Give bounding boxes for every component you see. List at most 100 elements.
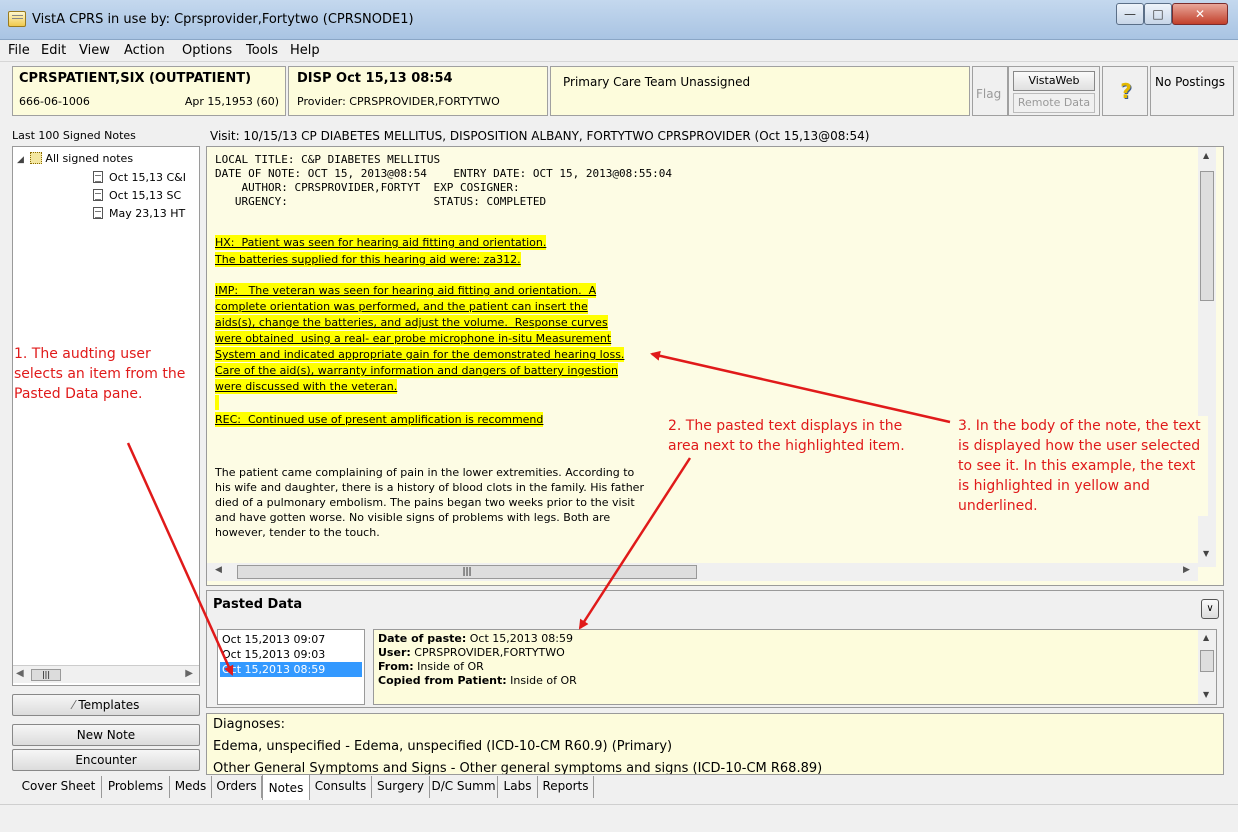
tab-surgery[interactable]: Surgery (372, 776, 430, 798)
flag-button[interactable]: Flag (972, 66, 1008, 116)
scroll-thumb[interactable]: ||| (237, 565, 697, 579)
note-document-icon (93, 171, 103, 183)
paste-list[interactable]: Oct 15,2013 09:07 Oct 15,2013 09:03 Oct … (217, 629, 365, 705)
scroll-thumb[interactable]: ||| (31, 669, 61, 681)
detail-label: From: (378, 660, 414, 673)
highlighted-pasted-text: IMP: The veteran was seen for hearing ai… (215, 283, 597, 298)
templates-expand-icon: ⁄ (72, 698, 75, 712)
tab-consults[interactable]: Consults (310, 776, 372, 798)
diagnoses-pane: Diagnoses: Edema, unspecified - Edema, u… (206, 713, 1224, 775)
highlighted-blank-line (215, 395, 219, 410)
paste-list-item-selected[interactable]: Oct 15,2013 08:59 (220, 662, 362, 677)
tab-reports[interactable]: Reports (538, 776, 594, 798)
templates-button[interactable]: ⁄ Templates (12, 694, 200, 716)
scroll-left-arrow-icon[interactable]: ◀ (215, 565, 222, 575)
highlighted-pasted-text: HX: Patient was seen for hearing aid fit… (215, 235, 547, 250)
pasted-data-title: Pasted Data (213, 597, 303, 612)
help-button[interactable]: ? (1102, 66, 1148, 116)
tab-labs[interactable]: Labs (498, 776, 538, 798)
highlighted-pasted-text: were obtained using a real- ear probe mi… (215, 331, 612, 346)
scroll-down-arrow-icon[interactable]: ▼ (1203, 690, 1209, 699)
vistaweb-panel: VistaWeb Remote Data (1008, 66, 1100, 116)
scroll-down-arrow-icon[interactable]: ▼ (1203, 549, 1209, 558)
tree-note-item[interactable]: May 23,13 HT (93, 207, 185, 220)
paste-detail-row: Copied from Patient: Inside of OR (378, 674, 577, 688)
patient-name: CPRSPATIENT,SIX (OUTPATIENT) (19, 71, 252, 86)
menu-tools[interactable]: Tools (246, 43, 278, 58)
tab-notes[interactable]: Notes (262, 774, 310, 800)
tab-cover-sheet[interactable]: Cover Sheet (16, 776, 102, 798)
notes-tree[interactable]: ◢ All signed notes Oct 15,13 C&I Oct 15,… (12, 146, 200, 686)
highlighted-pasted-text: Care of the aid(s), warranty information… (215, 363, 619, 378)
scroll-thumb[interactable] (1200, 171, 1214, 301)
annotation-step-1: 1. The audting user selects an item from… (14, 344, 194, 404)
annotation-step-2: 2. The pasted text displays in the area … (668, 416, 916, 456)
detail-value: CPRSPROVIDER,FORTYTWO (414, 646, 565, 659)
highlighted-pasted-text: were discussed with the veteran. (215, 379, 398, 394)
menu-help[interactable]: Help (290, 43, 320, 58)
detail-vertical-scrollbar[interactable]: ▲ ▼ (1198, 630, 1216, 704)
scroll-right-arrow-icon[interactable]: ▶ (1183, 565, 1190, 575)
tab-problems[interactable]: Problems (102, 776, 170, 798)
minimize-button[interactable]: — (1116, 3, 1144, 25)
tree-root[interactable]: ◢ All signed notes (17, 152, 133, 165)
tree-note-label: Oct 15,13 SC (109, 189, 182, 202)
templates-label: Templates (78, 698, 140, 712)
detail-label: Date of paste: (378, 632, 467, 645)
paste-list-item[interactable]: Oct 15,2013 09:07 (220, 632, 362, 647)
menu-edit[interactable]: Edit (41, 43, 66, 58)
tab-dc-summ[interactable]: D/C Summ (430, 776, 498, 798)
title-bar: VistA CPRS in use by: Cprsprovider,Forty… (0, 0, 1238, 40)
menu-view[interactable]: View (79, 43, 110, 58)
detail-label: User: (378, 646, 411, 659)
question-mark-icon: ? (1120, 79, 1132, 103)
tree-horizontal-scrollbar[interactable]: ◀ ||| ▶ (13, 665, 199, 683)
close-button[interactable]: ✕ (1172, 3, 1228, 25)
scroll-up-arrow-icon[interactable]: ▲ (1203, 151, 1209, 160)
new-note-button[interactable]: New Note (12, 724, 200, 746)
menu-action[interactable]: Action (124, 43, 165, 58)
encounter-button[interactable]: Encounter (12, 749, 200, 771)
scroll-up-arrow-icon[interactable]: ▲ (1203, 633, 1209, 642)
tree-root-label: All signed notes (45, 152, 134, 165)
highlighted-pasted-text: System and indicated appropriate gain fo… (215, 347, 625, 362)
scroll-left-arrow-icon[interactable]: ◀ (16, 668, 24, 679)
visit-info-button[interactable]: DISP Oct 15,13 08:54 Provider: CPRSPROVI… (288, 66, 548, 116)
diagnosis-item: Edema, unspecified - Edema, unspecified … (213, 739, 673, 754)
primary-care-team: Primary Care Team Unassigned (563, 75, 751, 89)
note-text-area[interactable]: LOCAL TITLE: C&P DIABETES MELLITUS DATE … (206, 146, 1224, 586)
postings-button[interactable]: No Postings (1150, 66, 1234, 116)
window-title: VistA CPRS in use by: Cprsprovider,Forty… (32, 12, 414, 27)
pasted-data-pane: Pasted Data ∨ Oct 15,2013 09:07 Oct 15,2… (206, 590, 1224, 708)
paste-detail-row: User: CPRSPROVIDER,FORTYTWO (378, 646, 565, 660)
tree-note-label: May 23,13 HT (109, 207, 186, 220)
primary-care-team-button[interactable]: Primary Care Team Unassigned (550, 66, 970, 116)
remote-data-button[interactable]: Remote Data (1013, 93, 1095, 113)
scroll-thumb[interactable] (1200, 650, 1214, 672)
maximize-button[interactable]: □ (1144, 3, 1172, 25)
note-horizontal-scrollbar[interactable]: ◀ ||| ▶ (207, 563, 1198, 581)
vistaweb-button[interactable]: VistaWeb (1013, 71, 1095, 91)
detail-value: Inside of OR (510, 674, 577, 687)
note-document-icon (93, 207, 103, 219)
tab-meds[interactable]: Meds (170, 776, 212, 798)
tree-note-item[interactable]: Oct 15,13 C&I (93, 171, 186, 184)
detail-label: Copied from Patient: (378, 674, 507, 687)
menu-bar: File Edit View Action Options Tools Help (0, 40, 1238, 62)
collapse-triangle-icon[interactable]: ◢ (17, 155, 24, 165)
scroll-right-arrow-icon[interactable]: ▶ (185, 668, 193, 679)
menu-file[interactable]: File (8, 43, 30, 58)
chevron-down-icon: ∨ (1206, 603, 1214, 614)
tree-note-item[interactable]: Oct 15,13 SC (93, 189, 181, 202)
flag-label: Flag (976, 87, 1002, 101)
diagnoses-title: Diagnoses: (213, 717, 285, 732)
menu-options[interactable]: Options (182, 43, 232, 58)
paste-detail: Date of paste: Oct 15,2013 08:59 User: C… (373, 629, 1217, 705)
tab-orders[interactable]: Orders (212, 776, 262, 798)
annotation-step-3: 3. In the body of the note, the text is … (958, 416, 1208, 516)
collapse-pasted-data-button[interactable]: ∨ (1201, 599, 1219, 619)
paste-list-item[interactable]: Oct 15,2013 09:03 (220, 647, 362, 662)
patient-info-button[interactable]: CPRSPATIENT,SIX (OUTPATIENT) 666-06-1006… (12, 66, 286, 116)
highlighted-pasted-text: aids(s), change the batteries, and adjus… (215, 315, 608, 330)
tree-folder-icon (30, 152, 43, 164)
